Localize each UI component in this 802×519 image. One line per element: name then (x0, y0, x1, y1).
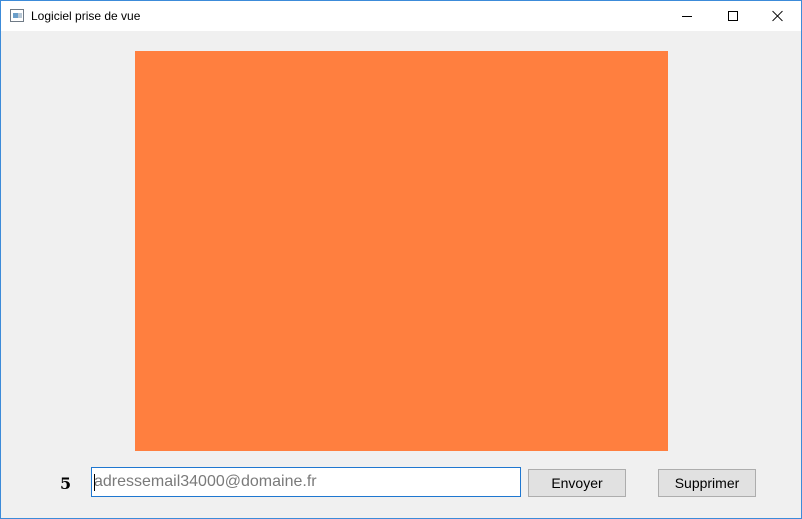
window-title: Logiciel prise de vue (31, 9, 141, 23)
send-button[interactable]: Envoyer (528, 469, 626, 497)
photo-counter: 5 (60, 474, 72, 493)
maximize-icon (728, 11, 738, 21)
minimize-button[interactable] (664, 1, 710, 31)
app-window: Logiciel prise de vue 5 Envoyer Supprime… (0, 0, 802, 519)
email-input[interactable] (91, 467, 521, 497)
text-caret (94, 474, 95, 491)
camera-preview (135, 51, 668, 451)
app-window-icon (10, 9, 24, 22)
close-button[interactable] (755, 1, 801, 31)
maximize-button[interactable] (710, 1, 756, 31)
close-icon (772, 10, 784, 22)
title-bar[interactable]: Logiciel prise de vue (1, 1, 801, 31)
delete-button[interactable]: Supprimer (658, 469, 756, 497)
minimize-icon (682, 15, 692, 17)
